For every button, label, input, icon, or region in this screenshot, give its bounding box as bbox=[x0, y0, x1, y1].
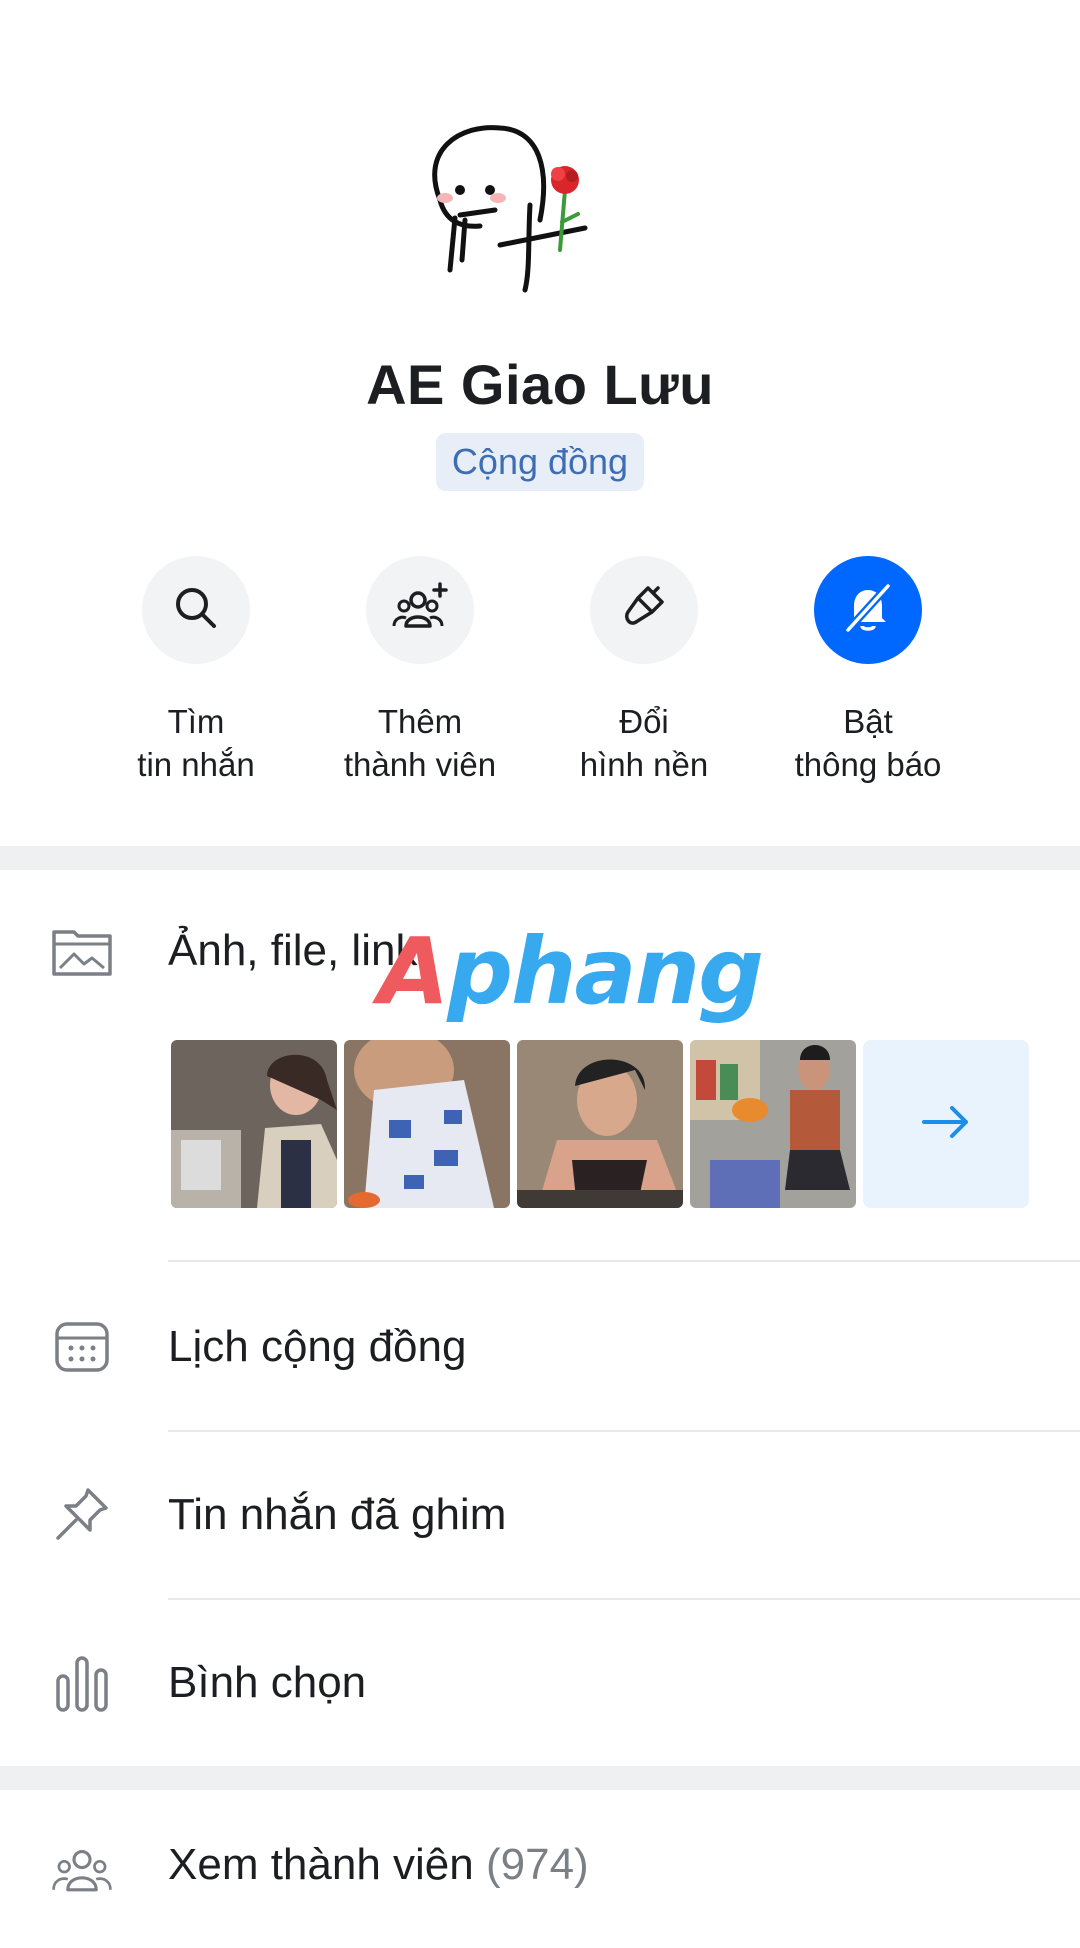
folder-image-icon bbox=[50, 920, 114, 984]
media-thumbnail[interactable] bbox=[517, 1040, 683, 1208]
view-members-row[interactable]: Xem thành viên (974) bbox=[0, 1790, 1080, 1948]
members-icon bbox=[50, 1840, 114, 1904]
search-icon bbox=[170, 582, 222, 639]
view-members-label: Xem thành viên bbox=[168, 1840, 474, 1889]
media-thumbnail[interactable] bbox=[690, 1040, 856, 1208]
community-calendar-label: Lịch cộng đồng bbox=[168, 1322, 467, 1371]
pinned-messages-row[interactable]: Tin nhắn đã ghim bbox=[0, 1432, 1080, 1600]
section-divider bbox=[0, 846, 1080, 870]
paint-brush-icon bbox=[618, 582, 670, 639]
bell-off-icon bbox=[840, 580, 896, 641]
group-type-badge: Cộng đồng bbox=[436, 433, 644, 491]
watermark-logo: Aphang bbox=[378, 918, 764, 1025]
turn-on-notifications-label: Bật thông báo bbox=[794, 703, 942, 783]
media-thumbnail[interactable] bbox=[171, 1040, 337, 1208]
media-strip bbox=[171, 1040, 1031, 1208]
poll-icon bbox=[50, 1652, 114, 1716]
search-messages-label: Tìm tin nhắn bbox=[137, 703, 255, 783]
arrow-right-icon bbox=[920, 1102, 972, 1147]
search-messages-button[interactable]: Tìm tin nhắn bbox=[86, 556, 306, 786]
pinned-messages-label: Tin nhắn đã ghim bbox=[168, 1490, 507, 1539]
add-members-icon bbox=[388, 580, 452, 641]
calendar-icon bbox=[50, 1314, 114, 1378]
change-background-label: Đổi hình nền bbox=[579, 703, 709, 783]
media-thumbnail[interactable] bbox=[344, 1040, 510, 1208]
section-divider bbox=[0, 1766, 1080, 1790]
group-name: AE Giao Lưu bbox=[366, 353, 714, 416]
quick-actions: Tìm tin nhắn Thêm thành viên Đổi hình nề… bbox=[0, 556, 1080, 796]
view-all-media-button[interactable] bbox=[863, 1040, 1029, 1208]
pin-icon bbox=[50, 1482, 114, 1546]
turn-on-notifications-button[interactable]: Bật thông báo bbox=[758, 556, 978, 786]
community-calendar-row[interactable]: Lịch cộng đồng bbox=[0, 1262, 1080, 1430]
group-avatar[interactable] bbox=[400, 110, 640, 310]
change-background-button[interactable]: Đổi hình nền bbox=[534, 556, 754, 786]
view-members-text: Xem thành viên (974) bbox=[168, 1840, 589, 1890]
add-members-button[interactable]: Thêm thành viên bbox=[310, 556, 530, 786]
members-count: (974) bbox=[485, 1840, 589, 1889]
add-members-label: Thêm thành viên bbox=[343, 703, 497, 783]
poll-label: Bình chọn bbox=[168, 1658, 367, 1707]
poll-row[interactable]: Bình chọn bbox=[0, 1600, 1080, 1766]
